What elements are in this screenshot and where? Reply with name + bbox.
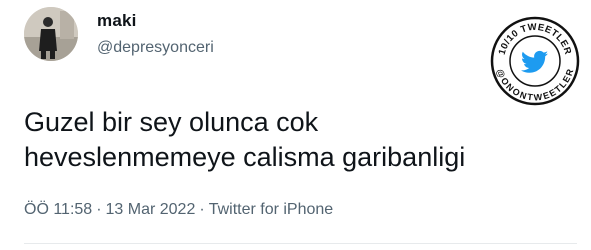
meta-separator: · xyxy=(96,201,102,218)
avatar-image xyxy=(24,7,78,61)
user-handle[interactable]: @depresyonceri xyxy=(97,39,214,57)
tweet-metadata: ÖÖ 11:58 · 13 Mar 2022 · Twitter for iPhone xyxy=(24,201,333,219)
display-name[interactable]: maki xyxy=(97,11,137,31)
tweet-time[interactable]: ÖÖ 11:58 xyxy=(24,201,92,218)
watermark-badge: 10/10 TWEETLER @ONONTWEETLER xyxy=(490,16,580,106)
tweet-source[interactable]: Twitter for iPhone xyxy=(209,201,334,218)
meta-separator: · xyxy=(199,201,205,218)
divider xyxy=(24,243,577,244)
avatar[interactable] xyxy=(24,7,78,61)
tweet-text: Guzel bir sey olunca cok heveslenmemeye … xyxy=(24,107,466,172)
tweet-date[interactable]: 13 Mar 2022 xyxy=(106,201,196,218)
